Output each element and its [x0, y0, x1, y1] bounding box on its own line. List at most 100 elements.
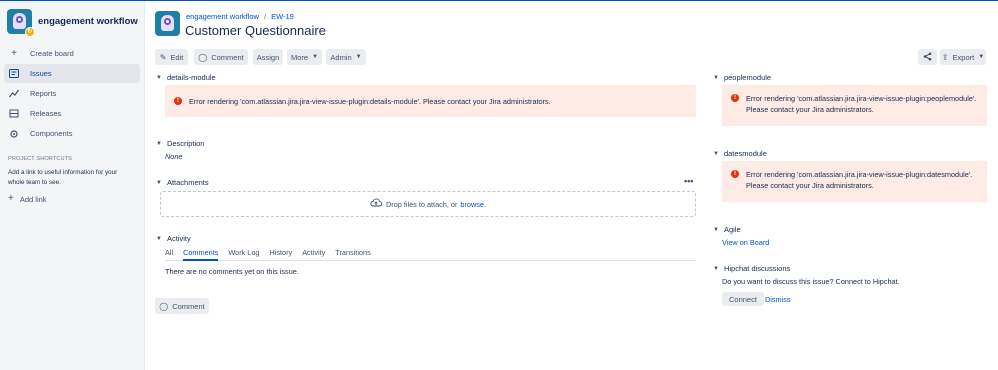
components-icon — [9, 129, 19, 139]
sidebar-item-components[interactable]: Components — [4, 124, 140, 143]
breadcrumb: engagement workflow / EW-19 — [186, 12, 294, 21]
chevron-down-icon: ▼ — [713, 150, 719, 157]
error-icon: ! — [731, 170, 739, 178]
sidebar-item-label: Releases — [30, 109, 62, 118]
add-link-label: Add link — [19, 194, 47, 204]
comment-button[interactable]: ◯ Comment — [194, 49, 248, 65]
more-label: More — [290, 52, 309, 62]
admin-dropdown[interactable]: Admin ▼ — [326, 49, 366, 65]
dismiss-link[interactable]: Dismiss — [765, 295, 791, 304]
attachments-header[interactable]: ▼ Attachments — [156, 178, 209, 187]
issues-icon — [9, 69, 19, 79]
connect-label: Connect — [729, 294, 757, 304]
details-error-message: ! Error rendering 'com.atlassian.jira.ji… — [165, 85, 696, 117]
description-title: Description — [166, 139, 205, 148]
shortcuts-description: Add a link to useful information for you… — [8, 169, 118, 186]
details-module-header[interactable]: ▼ details-module — [156, 73, 216, 82]
breadcrumb-issue-link[interactable]: EW-19 — [271, 12, 294, 21]
sidebar-item-reports[interactable]: Reports — [4, 84, 140, 103]
more-options-icon[interactable]: ••• — [684, 176, 693, 186]
more-dropdown[interactable]: More ▼ — [287, 49, 322, 65]
error-icon: ! — [731, 94, 739, 102]
breadcrumb-separator: / — [263, 12, 267, 21]
hipchat-header[interactable]: ▼ Hipchat discussions — [713, 264, 790, 273]
activity-title: Activity — [166, 234, 191, 243]
sidebar-item-label: Issues — [30, 69, 52, 78]
activity-header[interactable]: ▼ Activity — [156, 234, 191, 243]
dates-error-line1: Error rendering 'com.atlassian.jira.jira… — [746, 170, 973, 179]
tab-comments[interactable]: Comments — [183, 248, 219, 261]
datesmodule-header[interactable]: ▼ datesmodule — [713, 149, 767, 158]
chevron-down-icon: ▼ — [713, 74, 719, 81]
project-header[interactable]: ↻ engagement workflow — [7, 9, 138, 37]
share-button[interactable] — [918, 49, 937, 65]
admin-label: Admin — [330, 52, 352, 62]
comment-icon: ◯ — [198, 52, 208, 62]
chevron-down-icon: ▼ — [713, 226, 719, 233]
page-title: Customer Questionnaire — [185, 23, 326, 38]
details-module-title: details-module — [166, 73, 216, 82]
hipchat-title: Hipchat discussions — [723, 264, 791, 273]
dates-error-message: ! Error rendering 'com.atlassian.jira.ji… — [722, 161, 987, 202]
export-icon: ⇪ — [941, 52, 949, 62]
sidebar-item-label: Create board — [30, 49, 74, 58]
add-comment-button[interactable]: ◯ Comment — [155, 298, 209, 314]
export-label: Export — [952, 52, 975, 62]
sidebar-nav: + Create board Issues Reports Releases C… — [4, 44, 140, 144]
cloud-upload-icon — [370, 198, 383, 210]
export-dropdown[interactable]: ⇪ Export ▼ — [940, 49, 986, 65]
description-header[interactable]: ▼ Description — [156, 139, 204, 148]
sidebar-item-releases[interactable]: Releases — [4, 104, 140, 123]
chevron-down-icon: ▼ — [156, 235, 162, 242]
tab-activity[interactable]: Activity — [302, 248, 325, 261]
breadcrumb-project-link[interactable]: engagement workflow — [186, 12, 259, 21]
chevron-down-icon: ▼ — [355, 54, 362, 60]
chevron-down-icon: ▼ — [156, 74, 162, 81]
attachment-dropzone[interactable]: Drop files to attach, or browse. — [160, 191, 696, 217]
description-value[interactable]: None — [165, 152, 182, 161]
chevron-down-icon: ▼ — [156, 179, 162, 186]
peoplemodule-title: peoplemodule — [723, 73, 772, 82]
agile-title: Agile — [723, 225, 741, 234]
sidebar: ↻ engagement workflow + Create board Iss… — [0, 1, 145, 370]
chevron-down-icon: ▼ — [713, 265, 719, 272]
agile-header[interactable]: ▼ Agile — [713, 225, 741, 234]
comment-label: Comment — [211, 52, 244, 62]
assign-button[interactable]: Assign — [253, 49, 283, 65]
chevron-down-icon: ▼ — [156, 140, 162, 147]
comment-icon: ◯ — [159, 301, 169, 311]
error-icon: ! — [174, 97, 182, 105]
edit-label: Edit — [170, 52, 184, 62]
shortcuts-title: PROJECT SHORTCUTS — [8, 156, 72, 162]
project-avatar: ↻ — [7, 9, 35, 37]
connect-button[interactable]: Connect — [722, 292, 764, 306]
pencil-icon: ✎ — [159, 52, 167, 62]
share-icon — [923, 52, 932, 63]
chevron-down-icon: ▼ — [312, 54, 319, 60]
people-error-line1: Error rendering 'com.atlassian.jira.jira… — [746, 94, 977, 103]
sidebar-item-create-board[interactable]: + Create board — [4, 44, 140, 63]
people-error-line2: Please contact your Jira administrators. — [746, 105, 874, 114]
issue-project-avatar[interactable] — [155, 11, 180, 36]
dates-error-line2: Please contact your Jira administrators. — [746, 181, 874, 190]
browse-link[interactable]: browse. — [460, 200, 486, 209]
tab-history[interactable]: History — [269, 248, 292, 261]
sidebar-item-label: Reports — [30, 89, 57, 98]
peoplemodule-header[interactable]: ▼ peoplemodule — [713, 73, 771, 82]
project-badge-icon: ↻ — [25, 27, 35, 37]
chevron-down-icon: ▼ — [978, 54, 985, 60]
tab-transitions[interactable]: Transitions — [335, 248, 370, 261]
sidebar-item-issues[interactable]: Issues — [4, 64, 140, 83]
add-link-button[interactable]: + Add link — [8, 194, 47, 204]
view-on-board-link[interactable]: View on Board — [722, 238, 769, 247]
project-name: engagement workflow — [38, 16, 138, 27]
top-border — [0, 0, 998, 1]
hipchat-prompt: Do you want to discuss this issue? Conne… — [722, 277, 900, 286]
tab-all[interactable]: All — [165, 248, 173, 261]
releases-icon — [9, 109, 19, 119]
people-error-message: ! Error rendering 'com.atlassian.jira.ji… — [722, 85, 987, 126]
no-comments-message: There are no comments yet on this issue. — [165, 267, 299, 276]
edit-button[interactable]: ✎ Edit — [155, 49, 188, 65]
tab-work-log[interactable]: Work Log — [228, 248, 259, 261]
dropzone-text: Drop files to attach, or — [386, 199, 458, 209]
